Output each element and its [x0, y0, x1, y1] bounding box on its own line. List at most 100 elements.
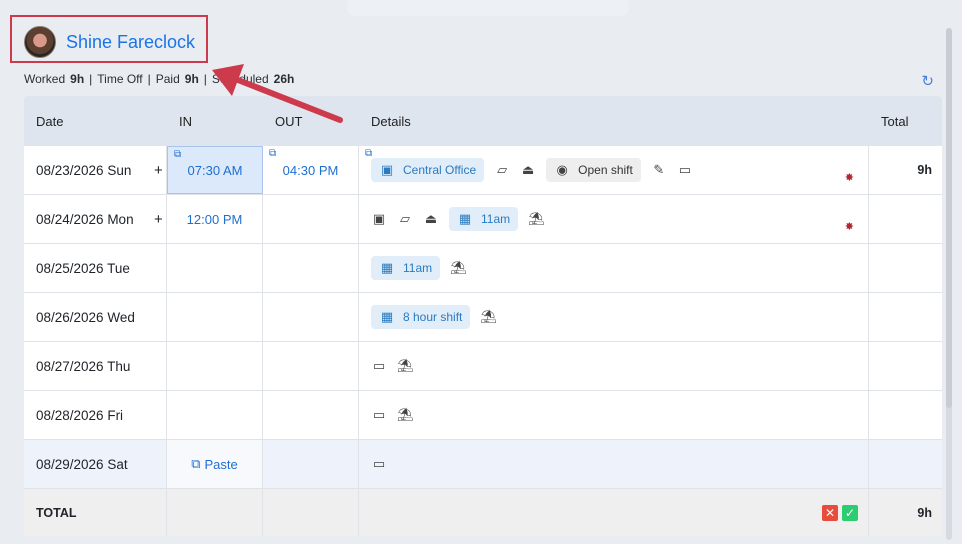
shift-pill[interactable]: ▦ 11am [371, 256, 441, 280]
in-time-cell[interactable]: ⧉ 07:30 AM [167, 146, 263, 194]
calendar-icon[interactable]: ▭ [371, 358, 387, 374]
open-shift-label: Open shift [578, 163, 633, 177]
out-time-cell[interactable] [263, 293, 359, 341]
row-date: 08/23/2026 Sun + [24, 146, 167, 194]
table-row: 08/28/2026 Fri ▭ ⛱ [24, 391, 942, 440]
shift-label: 11am [403, 261, 433, 275]
shift-pill[interactable]: ▦ 11am [449, 207, 519, 231]
in-time-cell[interactable] [167, 391, 263, 439]
summary-divider: | [203, 72, 207, 86]
in-time-cell[interactable]: ⧉ Paste [167, 440, 263, 488]
total-row: TOTAL ✕ ✓ 9h [24, 489, 942, 536]
scrollbar-thumb[interactable] [946, 28, 952, 408]
beach-icon[interactable]: ⛱ [397, 407, 414, 423]
edit-icon[interactable]: ✎ [651, 162, 667, 178]
out-time-cell[interactable] [263, 391, 359, 439]
calendar-icon[interactable]: ▭ [371, 407, 387, 423]
briefcase-icon[interactable]: ▣ [371, 211, 387, 227]
stamp-icon[interactable]: ⏏ [423, 211, 439, 227]
shift-label: 11am [481, 212, 511, 226]
in-time-cell[interactable]: 12:00 PM [167, 195, 263, 243]
table-row: 08/25/2026 Tue ▦ 11am ⛱ [24, 244, 942, 293]
row-date: 08/26/2026 Wed [24, 293, 167, 341]
column-header-details: Details [371, 113, 411, 129]
stamp-icon[interactable]: ⏏ [520, 162, 536, 178]
summary-divider: | [147, 72, 151, 86]
reject-button[interactable]: ✕ [822, 505, 838, 521]
timecard-table: Date IN OUT Details Total 08/23/2026 Sun… [24, 96, 942, 536]
column-header-total: Total [881, 113, 909, 129]
open-shift-button[interactable]: ◉ Open shift [546, 158, 641, 182]
column-header-out: OUT [275, 113, 303, 129]
note-icon[interactable]: ▱ [494, 162, 510, 178]
out-time-cell[interactable] [263, 342, 359, 390]
row-details: ⧉ ▣ Central Office ▱ ⏏ ◉ Open shift ✎ ▭ ✸ [359, 146, 869, 194]
in-time[interactable]: 12:00 PM [187, 212, 243, 227]
in-time-cell[interactable] [167, 244, 263, 292]
row-date: 08/25/2026 Tue [24, 244, 167, 292]
table-row: 08/24/2026 Mon + 12:00 PM ▣ ▱ ⏏ ▦ 11am ⛱ ✸ [24, 195, 942, 244]
beach-icon[interactable]: ⛱ [480, 309, 497, 325]
row-details: ▣ ▱ ⏏ ▦ 11am ⛱ ✸ [359, 195, 869, 243]
copy-icon[interactable]: ⧉ [174, 149, 181, 160]
in-time-cell[interactable] [167, 293, 263, 341]
row-total [869, 293, 942, 341]
row-details: ▭ ⛱ [359, 342, 869, 390]
worked-label: Worked [24, 72, 66, 86]
grand-total: 9h [917, 506, 932, 520]
calendar-icon: ▦ [380, 309, 394, 324]
beach-icon[interactable]: ⛱ [528, 211, 545, 227]
scrollbar[interactable] [946, 28, 952, 540]
row-total: 9h [917, 163, 932, 177]
in-time-cell[interactable] [167, 342, 263, 390]
flag-star-icon: ✸ [844, 172, 854, 184]
row-total [869, 391, 942, 439]
calendar-icon[interactable]: ▭ [677, 162, 693, 178]
paid-label: Paid [155, 72, 180, 86]
row-date: 08/28/2026 Fri [24, 391, 167, 439]
row-total [869, 342, 942, 390]
out-time-cell[interactable] [263, 440, 359, 488]
add-punch-button[interactable]: + [154, 211, 163, 228]
location-pill[interactable]: ▣ Central Office [371, 158, 485, 182]
out-time-cell[interactable]: ⧉ 04:30 PM [263, 146, 359, 194]
top-tab [347, 0, 629, 16]
row-details: ▭ ⛱ [359, 391, 869, 439]
out-time-cell[interactable] [263, 244, 359, 292]
flag-star-icon: ✸ [844, 221, 854, 233]
refresh-icon[interactable]: ↻ [921, 72, 934, 90]
highlight-box [10, 15, 208, 63]
total-out-cell [263, 489, 359, 536]
column-header-in: IN [179, 113, 192, 129]
approve-button[interactable]: ✓ [842, 505, 858, 521]
scheduled-label: Scheduled [211, 72, 269, 86]
calendar-icon[interactable]: ▭ [371, 456, 387, 472]
row-details: ▦ 11am ⛱ [359, 244, 869, 292]
paste-button[interactable]: ⧉ Paste [191, 456, 238, 472]
note-icon[interactable]: ▱ [397, 211, 413, 227]
paste-label: Paste [204, 456, 238, 472]
row-details: ▦ 8 hour shift ⛱ [359, 293, 869, 341]
in-time[interactable]: 07:30 AM [188, 163, 243, 178]
out-time-cell[interactable] [263, 195, 359, 243]
row-total [869, 195, 942, 243]
paste-icon: ⧉ [191, 456, 201, 471]
beach-icon[interactable]: ⛱ [450, 260, 467, 276]
add-punch-button[interactable]: + [154, 162, 163, 179]
row-total [869, 440, 942, 488]
approval-buttons: ✕ ✓ [822, 505, 858, 521]
column-header-date: Date [36, 113, 64, 129]
shift-label: 8 hour shift [403, 310, 463, 324]
row-date-text: 08/24/2026 Mon [36, 211, 134, 227]
hours-summary: Worked 9h | Time Off | Paid 9h | Schedul… [24, 72, 294, 86]
row-details: ▭ [359, 440, 869, 488]
copy-icon[interactable]: ⧉ [365, 148, 372, 159]
copy-icon[interactable]: ⧉ [269, 148, 276, 159]
shift-pill[interactable]: ▦ 8 hour shift [371, 305, 471, 329]
total-in-cell [167, 489, 263, 536]
row-date: 08/24/2026 Mon + [24, 195, 167, 243]
briefcase-icon: ▣ [380, 162, 394, 177]
table-row: 08/29/2026 Sat ⧉ Paste ▭ [24, 440, 942, 489]
out-time[interactable]: 04:30 PM [283, 163, 339, 178]
beach-icon[interactable]: ⛱ [397, 358, 414, 374]
